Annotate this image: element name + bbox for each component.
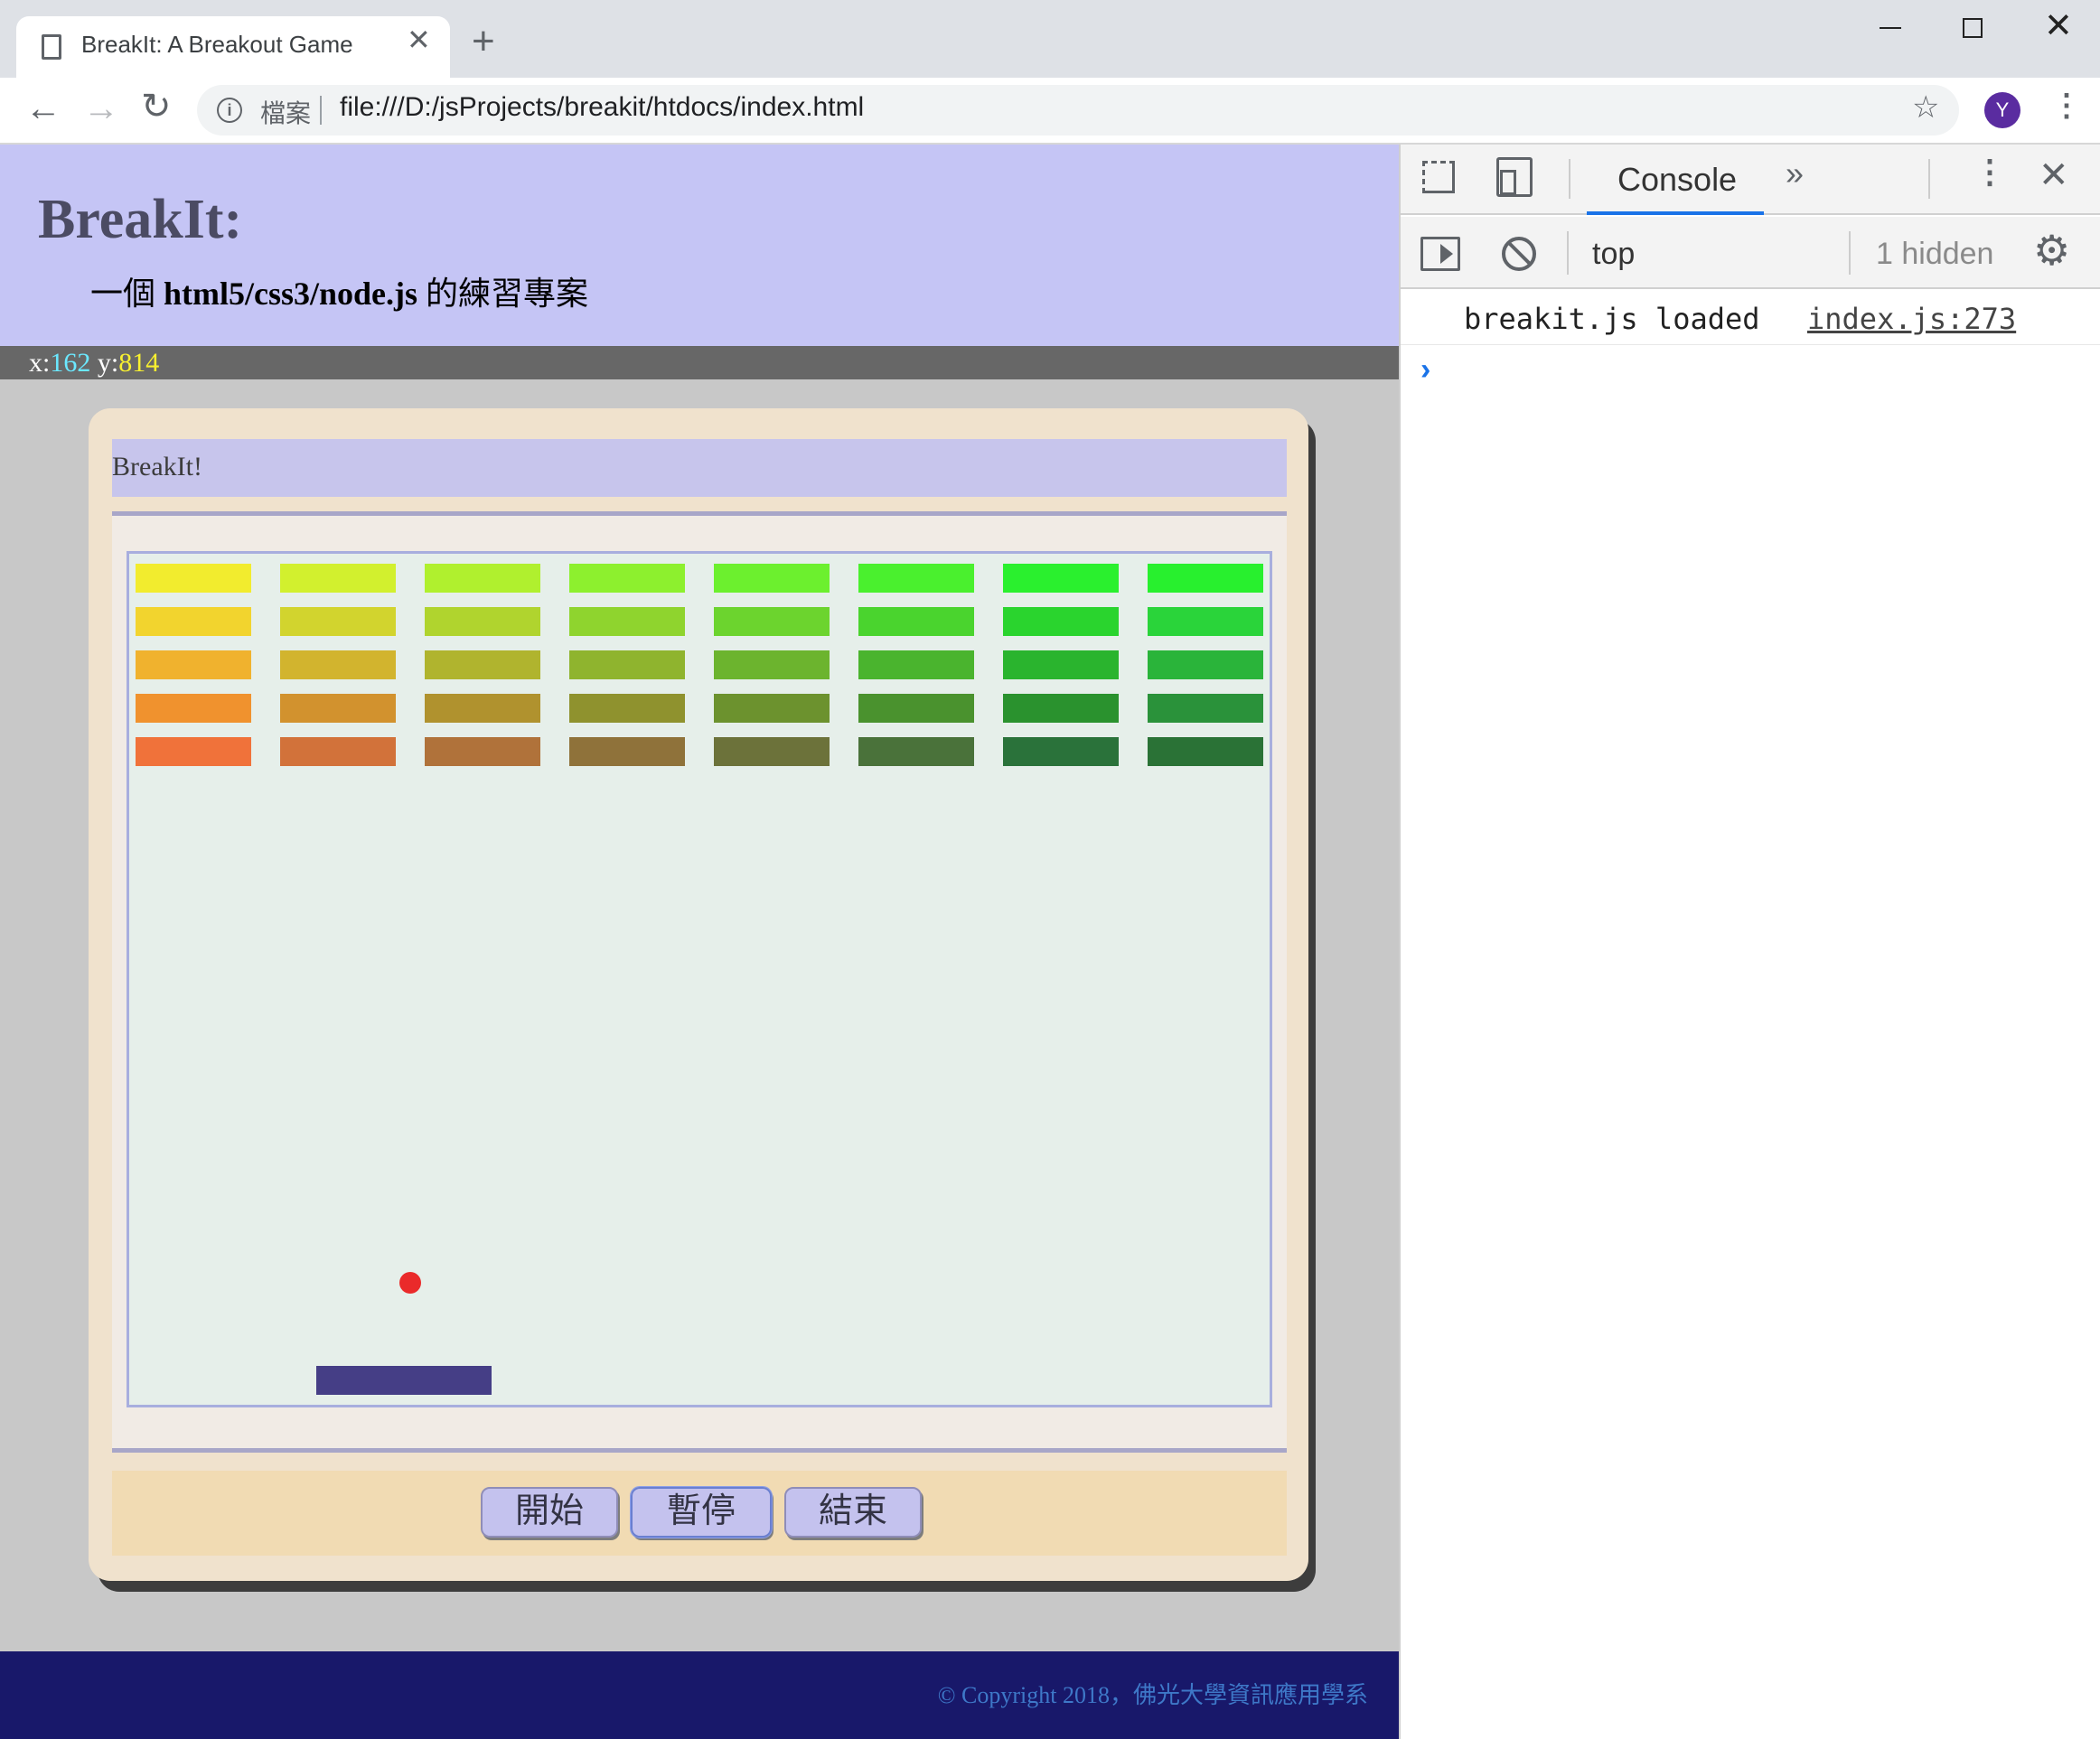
hidden-messages-count: 1 hidden bbox=[1876, 237, 1994, 271]
brick bbox=[1003, 564, 1119, 593]
brick bbox=[858, 607, 974, 636]
url-text[interactable]: file:///D:/jsProjects/breakit/htdocs/ind… bbox=[340, 92, 864, 123]
console-settings-gear-icon[interactable]: ⚙ bbox=[2033, 229, 2070, 271]
window-maximize-button[interactable] bbox=[1963, 18, 1983, 38]
url-scheme-label: 檔案 bbox=[260, 99, 312, 127]
brick bbox=[858, 694, 974, 723]
brick bbox=[1003, 607, 1119, 636]
window-minimize-button[interactable] bbox=[1880, 27, 1901, 29]
brick bbox=[1148, 650, 1263, 679]
brick bbox=[714, 694, 830, 723]
bookmark-star-icon[interactable]: ☆ bbox=[1912, 92, 1939, 123]
brick bbox=[569, 607, 685, 636]
divider bbox=[1849, 231, 1851, 275]
subtitle-tech: html5/css3/node.js bbox=[164, 276, 418, 312]
tab-close-icon[interactable]: ✕ bbox=[407, 25, 431, 54]
coordinate-readout: x:162 y:814 bbox=[29, 346, 159, 379]
active-tab-indicator bbox=[1587, 211, 1764, 215]
devtools-close-icon[interactable]: ✕ bbox=[2039, 157, 2069, 193]
brick bbox=[714, 564, 830, 593]
paddle[interactable] bbox=[316, 1366, 492, 1395]
subtitle-suffix: 的練習專案 bbox=[417, 276, 589, 312]
console-log-message: breakit.js loaded bbox=[1464, 302, 1760, 336]
copyright-text: © Copyright 2018，佛光大學資訊應用學系 bbox=[937, 1682, 1368, 1708]
divider bbox=[1928, 159, 1930, 199]
brick bbox=[1148, 607, 1263, 636]
brick bbox=[569, 564, 685, 593]
back-arrow-icon[interactable]: ← bbox=[25, 90, 61, 126]
brick bbox=[425, 737, 540, 766]
brick bbox=[136, 737, 251, 766]
divider bbox=[112, 1448, 1287, 1453]
more-tabs-icon[interactable]: » bbox=[1786, 157, 1804, 190]
brick bbox=[714, 607, 830, 636]
coord-y-label: y: bbox=[90, 348, 119, 378]
forward-arrow-icon[interactable]: → bbox=[83, 90, 119, 126]
brick bbox=[714, 737, 830, 766]
brick bbox=[280, 650, 396, 679]
brick bbox=[1003, 694, 1119, 723]
brick bbox=[714, 650, 830, 679]
game-titlebar bbox=[112, 439, 1287, 497]
site-info-icon[interactable]: i bbox=[217, 98, 242, 123]
brick bbox=[569, 737, 685, 766]
devtools-panel bbox=[1399, 145, 2100, 1739]
reload-icon[interactable]: ↻ bbox=[141, 89, 172, 125]
brick bbox=[425, 607, 540, 636]
start-button[interactable]: 開始 bbox=[481, 1487, 618, 1538]
brick bbox=[1148, 694, 1263, 723]
brick bbox=[280, 694, 396, 723]
coord-y-value: 814 bbox=[118, 348, 160, 378]
page-icon bbox=[42, 34, 61, 60]
ball bbox=[399, 1272, 421, 1294]
divider bbox=[1569, 159, 1570, 199]
devtools-menu-icon[interactable]: ⋮ bbox=[1973, 155, 2006, 188]
brick bbox=[858, 650, 974, 679]
tab-console[interactable]: Console bbox=[1617, 161, 1737, 199]
brick bbox=[858, 737, 974, 766]
brick bbox=[1148, 564, 1263, 593]
coord-x-value: 162 bbox=[50, 348, 91, 378]
brick bbox=[569, 694, 685, 723]
brick bbox=[425, 694, 540, 723]
game-canvas[interactable] bbox=[127, 551, 1272, 1407]
device-phone-icon bbox=[1500, 170, 1516, 195]
console-prompt-icon[interactable]: › bbox=[1420, 354, 1430, 385]
browser-menu-icon[interactable]: ⋮ bbox=[2051, 90, 2082, 121]
brick bbox=[1148, 737, 1263, 766]
brick bbox=[425, 650, 540, 679]
inspect-element-icon[interactable] bbox=[1422, 161, 1455, 193]
brick bbox=[858, 564, 974, 593]
brick bbox=[280, 737, 396, 766]
brick bbox=[136, 607, 251, 636]
window-close-button[interactable]: ✕ bbox=[2044, 9, 2073, 43]
divider bbox=[1567, 231, 1569, 275]
coord-x-label: x: bbox=[29, 348, 51, 378]
console-log-source-link[interactable]: index.js:273 bbox=[1807, 302, 2016, 336]
brick bbox=[425, 564, 540, 593]
brick bbox=[136, 694, 251, 723]
context-selector[interactable]: top bbox=[1592, 237, 1635, 272]
game-title: BreakIt! bbox=[112, 452, 202, 481]
profile-avatar[interactable]: Y bbox=[1984, 92, 2020, 128]
end-button[interactable]: 結束 bbox=[784, 1487, 922, 1538]
brick bbox=[136, 650, 251, 679]
coordinate-bar bbox=[0, 346, 1399, 379]
brick bbox=[1003, 737, 1119, 766]
brick bbox=[280, 607, 396, 636]
sidebar-play-icon bbox=[1440, 244, 1453, 264]
brick bbox=[1003, 650, 1119, 679]
brick bbox=[136, 564, 251, 593]
page-subtitle: 一個 html5/css3/node.js 的練習專案 bbox=[90, 267, 588, 314]
pause-button[interactable]: 暫停 bbox=[630, 1486, 773, 1538]
page-title: BreakIt: bbox=[38, 189, 243, 250]
new-tab-button[interactable]: + bbox=[472, 22, 495, 61]
url-divider bbox=[320, 96, 322, 125]
brick bbox=[569, 650, 685, 679]
subtitle-prefix: 一個 bbox=[90, 276, 164, 312]
brick bbox=[280, 564, 396, 593]
tab-title[interactable]: BreakIt: A Breakout Game bbox=[81, 31, 353, 59]
